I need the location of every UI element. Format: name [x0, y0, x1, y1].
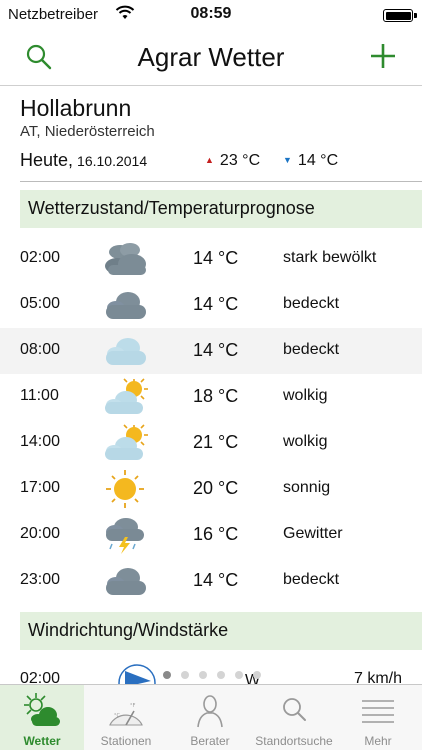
- forecast-row[interactable]: 23:00 14 °C bedeckt: [0, 558, 422, 604]
- forecast-condition: wolkig: [283, 433, 328, 450]
- nav-bar: Agrar Wetter: [0, 30, 422, 86]
- overcast-cloud-icon: [106, 568, 146, 595]
- advisor-icon: [197, 695, 223, 728]
- sun-icon: [106, 470, 144, 508]
- forecast-temp: 16 °C: [193, 524, 239, 544]
- page-indicator[interactable]: [163, 666, 271, 684]
- add-icon[interactable]: [368, 41, 398, 71]
- tab-label: Mehr: [364, 734, 392, 748]
- tab-wetter[interactable]: Wetter: [0, 685, 84, 750]
- location-search-icon: [283, 698, 306, 721]
- tab-stationen[interactable]: °C °F Stationen: [84, 685, 168, 750]
- forecast-temp: 18 °C: [193, 386, 239, 406]
- temp-max: ▲ 23 °C: [205, 152, 260, 170]
- forecast-time: 08:00: [20, 341, 61, 358]
- forecast-temp: 14 °C: [193, 248, 239, 268]
- section-header-forecast: Wetterzustand/Temperaturprognose: [20, 190, 422, 228]
- forecast-time: 14:00: [20, 433, 61, 450]
- tab-standortsuche[interactable]: Standortsuche: [252, 685, 336, 750]
- forecast-condition: sonnig: [283, 479, 331, 496]
- arrow-down-icon: ▼: [283, 155, 292, 165]
- tab-berater[interactable]: Berater: [168, 685, 252, 750]
- page-dot[interactable]: [253, 671, 261, 679]
- tab-mehr[interactable]: Mehr: [336, 685, 422, 750]
- partly-cloudy-icon: [105, 378, 148, 414]
- partly-cloudy-icon: [105, 424, 148, 460]
- forecast-row[interactable]: 20:00 16 °C Gewitter: [0, 512, 422, 558]
- forecast-time: 11:00: [20, 387, 59, 404]
- forecast-row[interactable]: 14:00 21 °C wolkig: [0, 420, 422, 466]
- forecast-condition: stark bewölkt: [283, 249, 377, 266]
- forecast-temp: 21 °C: [193, 432, 239, 452]
- more-icon: [362, 700, 394, 723]
- temp-min: ▼ 14 °C: [283, 152, 338, 170]
- forecast-condition: Gewitter: [283, 525, 343, 542]
- page-dot[interactable]: [181, 671, 189, 679]
- svg-text:°C: °C: [114, 713, 121, 719]
- thunderstorm-icon: [106, 518, 144, 554]
- forecast-time: 23:00: [20, 571, 61, 588]
- location-name: Hollabrunn: [20, 95, 132, 121]
- forecast-time: 02:00: [20, 249, 61, 266]
- heavy-clouds-icon: [105, 243, 146, 275]
- forecast-temp: 14 °C: [193, 340, 239, 360]
- light-cloud-icon: [106, 338, 146, 365]
- forecast-temp: 14 °C: [193, 294, 239, 314]
- forecast-row[interactable]: 05:00 14 °C bedeckt: [0, 282, 422, 328]
- location-region: AT, Niederösterreich: [20, 123, 155, 140]
- forecast-time: 17:00: [20, 479, 61, 496]
- forecast-temp: 14 °C: [193, 570, 239, 590]
- forecast-row[interactable]: 08:00 14 °C bedeckt: [0, 328, 422, 374]
- temp-min-value: 14 °C: [297, 152, 339, 169]
- forecast-condition: bedeckt: [283, 341, 340, 358]
- forecast-condition: bedeckt: [283, 571, 340, 588]
- forecast-condition: bedeckt: [283, 295, 340, 312]
- weather-icon: [24, 693, 60, 726]
- forecast-temp: 20 °C: [193, 478, 239, 498]
- forecast-time: 20:00: [20, 525, 61, 542]
- clock: 08:59: [190, 5, 232, 22]
- page-dot[interactable]: [235, 671, 243, 679]
- tab-label: Stationen: [100, 734, 152, 748]
- forecast-condition: wolkig: [283, 387, 328, 404]
- temp-max-value: 23 °C: [219, 152, 261, 169]
- page-dot[interactable]: [199, 671, 207, 679]
- forecast-row[interactable]: 02:00 14 °C stark bewölkt: [0, 236, 422, 282]
- status-bar: Netzbetreiber 08:59: [0, 0, 422, 30]
- today-label: Heute,: [20, 150, 74, 170]
- stations-icon: °C °F: [109, 703, 143, 726]
- today-date: 16.10.2014: [77, 153, 148, 169]
- page-dot[interactable]: [163, 671, 171, 679]
- section-header-wind: Windrichtung/Windstärke: [20, 612, 422, 650]
- tab-label: Berater: [190, 734, 230, 748]
- tab-bar: Wetter °C °F Stationen Berater Standorts…: [0, 684, 422, 750]
- battery-icon: [383, 9, 417, 22]
- divider: [20, 181, 422, 182]
- tab-label: Wetter: [23, 734, 61, 748]
- page-dot[interactable]: [217, 671, 225, 679]
- forecast-row[interactable]: 11:00 18 °C wolkig: [0, 374, 422, 420]
- forecast-time: 05:00: [20, 295, 61, 312]
- overcast-cloud-icon: [106, 292, 146, 319]
- forecast-row[interactable]: 17:00 20 °C sonnig: [0, 466, 422, 512]
- page-title: Agrar Wetter: [137, 42, 285, 72]
- today-line: Heute, 16.10.2014: [20, 150, 147, 171]
- arrow-up-icon: ▲: [205, 155, 214, 165]
- tab-label: Standortsuche: [255, 734, 333, 748]
- svg-text:°F: °F: [130, 703, 136, 709]
